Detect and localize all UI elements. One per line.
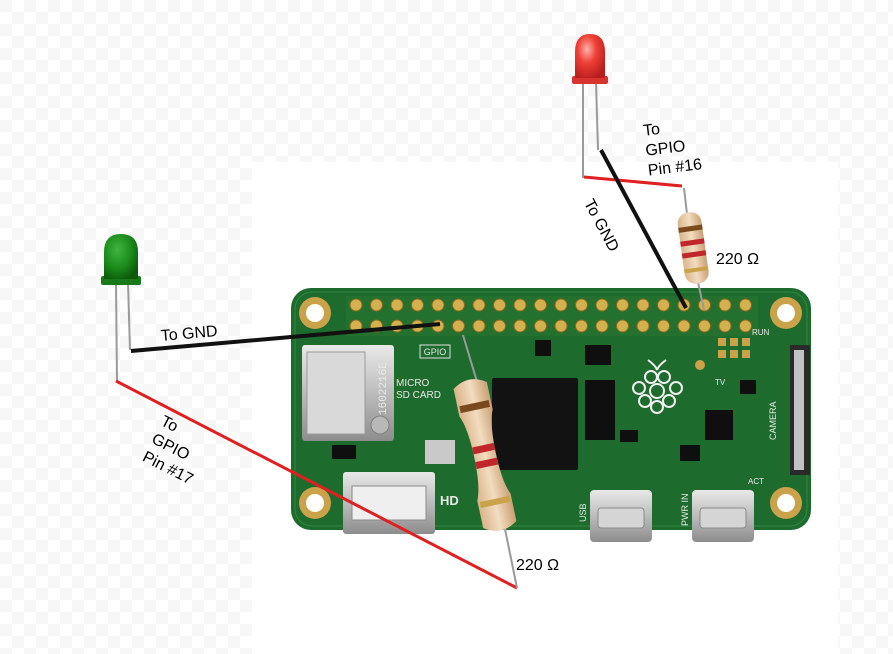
green-resistor-label: 220 Ω (516, 557, 560, 574)
sd-chip-marking: 1602216E (378, 362, 390, 415)
gpio-pin (595, 319, 609, 333)
micro-usb-port (590, 490, 652, 542)
gpio-pin (636, 298, 650, 312)
gpio-pin (698, 319, 711, 333)
run-label: RUN (752, 328, 770, 337)
gpio-pin (739, 298, 752, 312)
gpio-pin (616, 319, 629, 333)
sd-card-label-2: SD CARD (396, 390, 441, 401)
gpio-pin (513, 298, 527, 312)
hdmi-label: HD (440, 493, 459, 508)
gpio-pin (595, 298, 609, 312)
gpio-pin (739, 319, 752, 333)
gpio-pin (349, 298, 363, 312)
camera-label: CAMERA (768, 401, 778, 440)
act-label: ACT (748, 477, 764, 486)
gpio-pin (452, 298, 465, 312)
gpio-pin (575, 319, 588, 333)
gpio-pin (534, 319, 547, 333)
gpio-pin (657, 319, 670, 333)
gpio-pin (370, 298, 383, 312)
gpio-pin (616, 298, 629, 312)
gpio-pin (472, 319, 486, 333)
mini-hdmi-port (343, 472, 435, 534)
gpio-pin (657, 298, 670, 312)
gpio-tag: GPIO (424, 347, 447, 357)
gpio-pin (452, 319, 465, 333)
gpio-pin (554, 298, 568, 312)
tv-label: TV (715, 378, 726, 387)
gpio-pin (513, 319, 527, 333)
gpio-pin (677, 319, 691, 333)
gpio-pin (575, 298, 588, 312)
usb-label: USB (578, 503, 588, 522)
gpio-pin (390, 298, 404, 312)
red-resistor-label: 220 Ω (716, 251, 760, 268)
gpio-pin (718, 319, 732, 333)
gpio-pin (431, 298, 445, 312)
wiring-diagram: GPIO 1602216E MICRO SD CARD CAMERA RUN T… (0, 0, 893, 654)
pwr-in-label: PWR IN (680, 494, 690, 527)
micro-usb-power-port (692, 490, 754, 542)
soc-chip (492, 378, 578, 470)
gpio-pin (554, 319, 568, 333)
gpio-pin (718, 298, 732, 312)
gpio-header-base (346, 296, 758, 336)
raspberry-pi-zero-board: GPIO 1602216E MICRO SD CARD CAMERA RUN T… (291, 288, 811, 542)
sd-card-label-1: MICRO (396, 378, 430, 389)
gpio-pin (493, 298, 506, 312)
gpio-pin (534, 298, 547, 312)
gpio-pin (472, 298, 486, 312)
gpio-header (346, 296, 758, 336)
gpio-pin (636, 319, 650, 333)
red-led-gpio-label: To GPIO Pin #16 (642, 120, 703, 180)
gpio-pin (411, 298, 424, 312)
gpio-pin (493, 319, 506, 333)
camera-connector (790, 345, 810, 475)
